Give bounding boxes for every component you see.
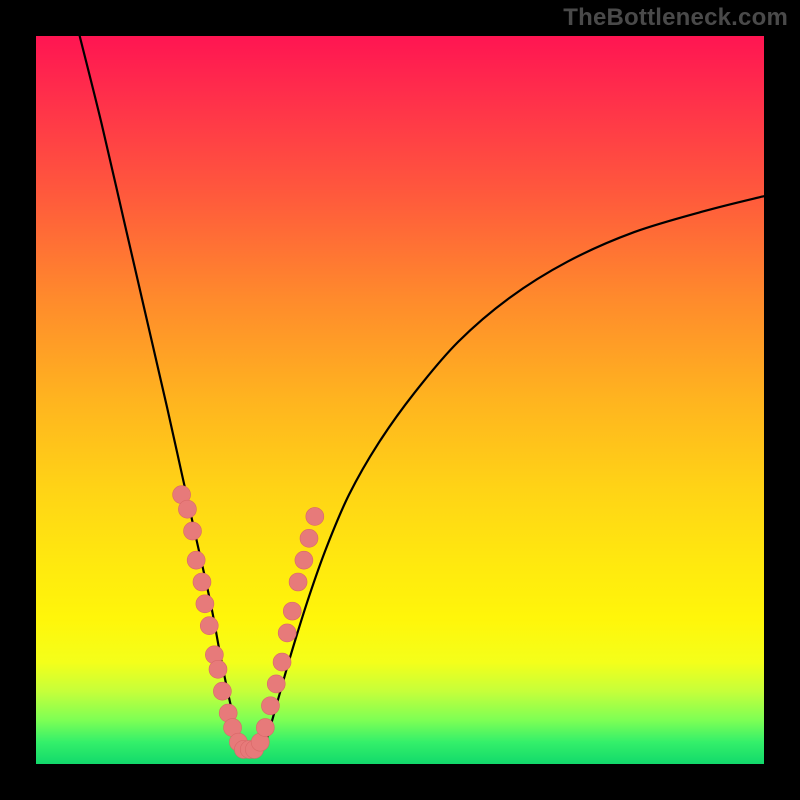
curve-line [80, 36, 764, 757]
data-marker [300, 529, 318, 547]
data-marker [187, 551, 205, 569]
chart-svg [36, 36, 764, 764]
data-marker [209, 660, 227, 678]
data-marker [196, 595, 214, 613]
data-marker [273, 653, 291, 671]
data-marker [184, 522, 202, 540]
chart-frame: TheBottleneck.com [0, 0, 800, 800]
data-marker [306, 507, 324, 525]
data-marker [213, 682, 231, 700]
data-marker [295, 551, 313, 569]
data-marker [261, 697, 279, 715]
data-marker [283, 602, 301, 620]
watermark-text: TheBottleneck.com [563, 4, 788, 32]
data-marker [267, 675, 285, 693]
data-marker [193, 573, 211, 591]
data-marker [256, 719, 274, 737]
data-marker [289, 573, 307, 591]
plot-area [36, 36, 764, 764]
data-marker [278, 624, 296, 642]
data-marker [200, 617, 218, 635]
data-marker [178, 500, 196, 518]
